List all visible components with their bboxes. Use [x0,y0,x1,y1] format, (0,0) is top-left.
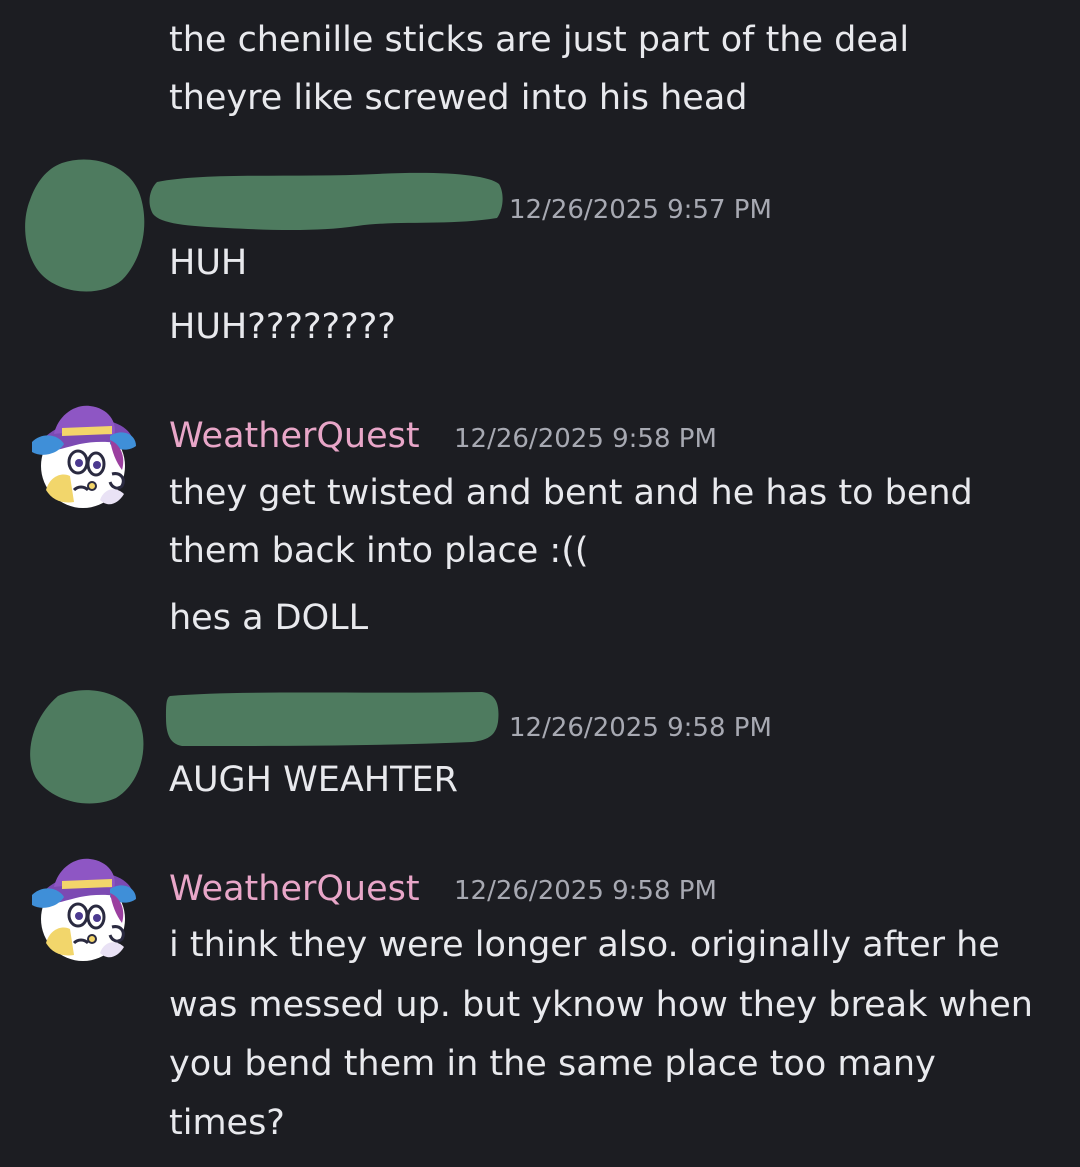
weatherquest-avatar-icon[interactable] [28,857,138,967]
redacted-avatar[interactable] [28,686,146,806]
redacted-avatar[interactable] [22,155,147,295]
message-author[interactable]: WeatherQuest [169,414,420,458]
message-timestamp: 12/26/2025 9:58 PM [454,424,717,454]
message-text: the chenille sticks are just part of the… [169,20,910,60]
message-text: i think they were longer also. originall… [169,925,1000,965]
message-author[interactable]: WeatherQuest [169,867,420,911]
message-text: theyre like screwed into his head [169,78,748,118]
redacted-username[interactable] [162,688,502,750]
message-text: they get twisted and bent and he has to … [169,473,973,513]
weatherquest-avatar-icon[interactable] [28,404,138,514]
message-text: was messed up. but yknow how they break … [169,985,1033,1025]
message-timestamp: 12/26/2025 9:58 PM [454,876,717,906]
message-timestamp: 12/26/2025 9:58 PM [509,713,772,743]
message-text: HUH???????? [169,307,396,347]
message-text: you bend them in the same place too many [169,1044,936,1084]
message-text: HUH [169,243,248,283]
message-timestamp: 12/26/2025 9:57 PM [509,195,772,225]
message-text: AUGH WEAHTER [169,760,458,800]
chat-log: the chenille sticks are just part of the… [0,0,1080,1167]
message-text: hes a DOLL [169,598,369,638]
redacted-username[interactable] [147,170,505,240]
message-text: them back into place :(( [169,531,589,571]
message-text: times? [169,1103,285,1143]
